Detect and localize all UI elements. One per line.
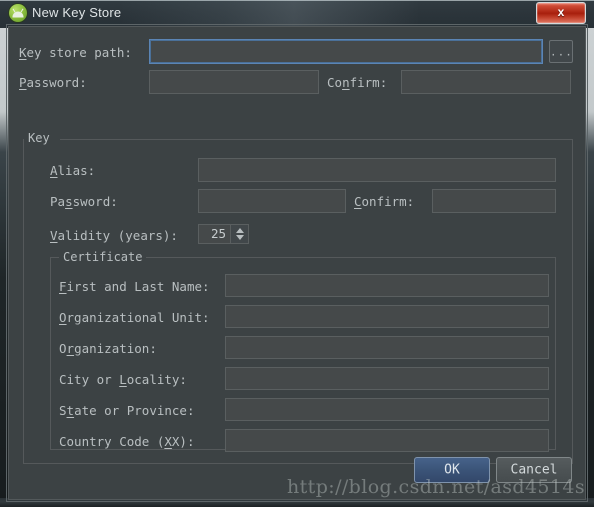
keystore-path-label: Key store path: bbox=[19, 45, 132, 60]
key-password-input[interactable] bbox=[198, 189, 346, 213]
certificate-city-locality-label: City or Locality: bbox=[59, 372, 187, 387]
certificate-state-province-label: State or Province: bbox=[59, 403, 195, 418]
title-bar[interactable]: New Key Store x bbox=[0, 0, 594, 28]
cancel-button-label: Cancel bbox=[510, 462, 558, 478]
cancel-button[interactable]: Cancel bbox=[496, 457, 572, 483]
keystore-password-input[interactable] bbox=[149, 70, 319, 94]
keystore-confirm-input[interactable] bbox=[401, 70, 571, 94]
certificate-organizational-unit-label: Organizational Unit: bbox=[59, 310, 210, 325]
android-studio-icon bbox=[9, 4, 27, 22]
keystore-path-input[interactable] bbox=[149, 39, 543, 64]
validity-value[interactable]: 25 bbox=[199, 225, 230, 243]
certificate-country-code-input[interactable] bbox=[225, 429, 549, 452]
key-alias-label: Alias: bbox=[50, 163, 96, 178]
keystore-confirm-label: Confirm: bbox=[327, 75, 388, 90]
validity-spinner-buttons[interactable] bbox=[230, 225, 248, 243]
key-confirm-label: Confirm: bbox=[354, 194, 415, 209]
close-icon: x bbox=[557, 5, 565, 19]
certificate-first-last-name-label: First and Last Name: bbox=[59, 279, 210, 294]
window-title: New Key Store bbox=[32, 5, 122, 20]
certificate-state-province-input[interactable] bbox=[225, 398, 549, 421]
key-alias-input[interactable] bbox=[198, 158, 556, 182]
dialog-content: Key store path: ... Password: Confirm: K… bbox=[8, 26, 586, 500]
certificate-organization-label: Organization: bbox=[59, 341, 157, 356]
browse-keystore-path-button[interactable]: ... bbox=[549, 40, 573, 63]
key-validity-label: Validity (years): bbox=[50, 228, 178, 243]
key-password-label: Password: bbox=[50, 194, 118, 209]
key-confirm-input[interactable] bbox=[432, 189, 556, 213]
close-button[interactable]: x bbox=[536, 2, 586, 24]
key-group: Key Alias: Password: Confirm: Validity (… bbox=[23, 131, 573, 464]
certificate-group-title: Certificate bbox=[59, 250, 147, 264]
titlebar-sheen bbox=[120, 0, 420, 28]
ellipsis-icon: ... bbox=[550, 45, 573, 58]
certificate-group: Certificate First and Last Name: Organiz… bbox=[50, 250, 556, 452]
certificate-first-last-name-input[interactable] bbox=[225, 274, 549, 297]
keystore-password-label: Password: bbox=[19, 75, 87, 90]
key-group-title: Key bbox=[28, 131, 50, 145]
certificate-country-code-label: Country Code (XX): bbox=[59, 434, 195, 449]
spinner-up-icon[interactable] bbox=[235, 228, 244, 233]
ok-button-label: OK bbox=[444, 462, 460, 478]
spinner-down-icon[interactable] bbox=[235, 235, 244, 240]
window-frame-right bbox=[585, 0, 594, 507]
dialog-window: New Key Store x Key store path: ... Pass… bbox=[0, 0, 594, 507]
certificate-organizational-unit-input[interactable] bbox=[225, 305, 549, 328]
validity-spinner[interactable]: 25 bbox=[198, 224, 249, 244]
certificate-organization-input[interactable] bbox=[225, 336, 549, 359]
key-group-top-rule bbox=[60, 139, 572, 140]
ok-button[interactable]: OK bbox=[414, 457, 490, 483]
certificate-city-locality-input[interactable] bbox=[225, 367, 549, 390]
